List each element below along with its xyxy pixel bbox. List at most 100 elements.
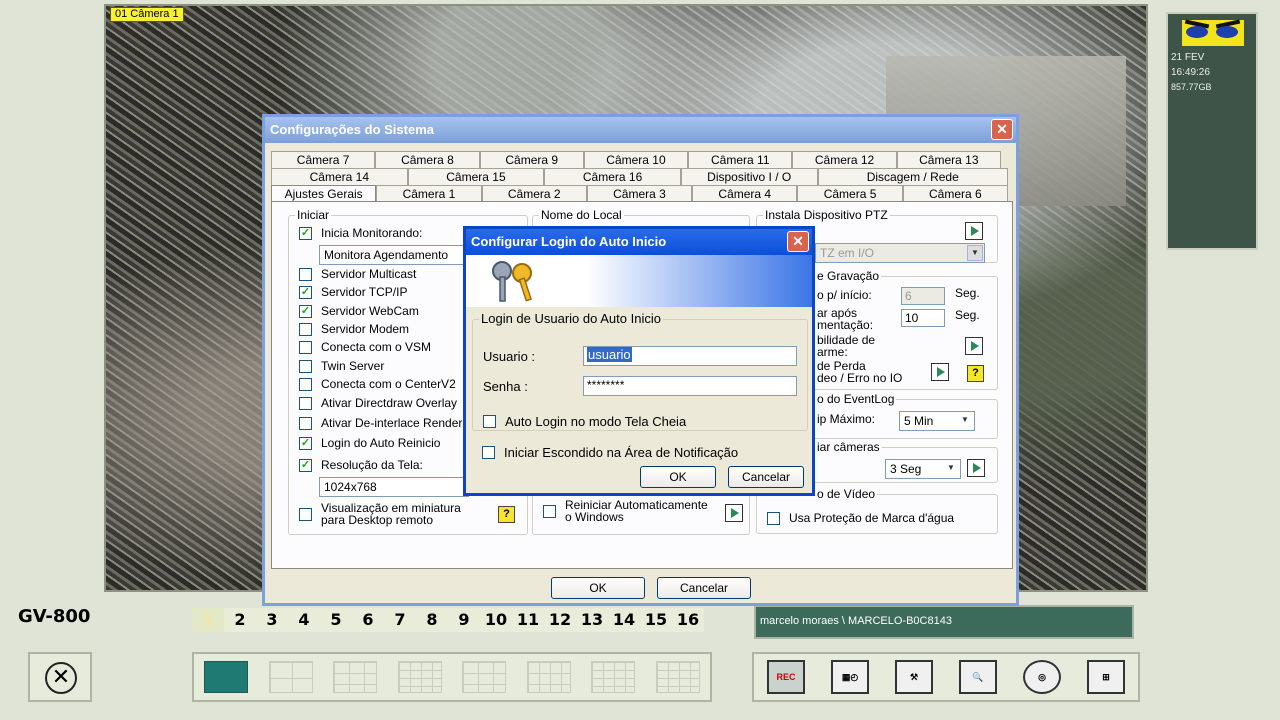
start-delay-label: o p/ início: (817, 288, 872, 302)
tab-camera-7[interactable]: Câmera 7 (271, 151, 376, 168)
webcam-checkbox[interactable]: ✓ Servidor WebCam (299, 302, 419, 320)
channel-6[interactable]: 6 (352, 608, 384, 632)
layout-6-button[interactable] (323, 654, 388, 700)
layout-10-button[interactable] (517, 654, 582, 700)
camera-cycle-select[interactable]: 3 Seg ▼ (885, 459, 961, 479)
channel-7[interactable]: 7 (384, 608, 416, 632)
channel-16[interactable]: 16 (672, 608, 704, 632)
channel-10[interactable]: 10 (480, 608, 512, 632)
username-input[interactable]: usuario (583, 346, 797, 366)
play-arrow-icon[interactable] (965, 222, 983, 240)
hierarchy-button[interactable]: ⊞ (1074, 654, 1138, 700)
password-input[interactable]: ******** (583, 376, 797, 396)
login-cancel-button[interactable]: Cancelar (728, 466, 804, 488)
layout-8-button[interactable] (388, 654, 453, 700)
layout-4-button[interactable] (259, 654, 324, 700)
ptz-group-title: Instala Dispositivo PTZ (763, 208, 890, 222)
channel-2[interactable]: 2 (224, 608, 256, 632)
layout-16-button[interactable] (646, 654, 711, 700)
play-arrow-icon[interactable] (965, 337, 983, 355)
tab-camera-11[interactable]: Câmera 11 (688, 151, 793, 168)
tab-camera-1[interactable]: Câmera 1 (376, 185, 482, 202)
tcpip-checkbox[interactable]: ✓ Servidor TCP/IP (299, 283, 407, 301)
tab-camera-13[interactable]: Câmera 13 (896, 151, 1001, 168)
directdraw-checkbox[interactable]: Ativar Directdraw Overlay (299, 394, 457, 412)
power-delay-input[interactable]: 10 (901, 309, 945, 327)
tab-camera-12[interactable]: Câmera 12 (792, 151, 897, 168)
restart-windows-checkbox[interactable]: Reiniciar Automaticamente o Windows (543, 498, 708, 524)
channel-12[interactable]: 12 (544, 608, 576, 632)
channel-9[interactable]: 9 (448, 608, 480, 632)
tab-camera-14[interactable]: Câmera 14 (271, 168, 408, 185)
tab-camera-8[interactable]: Câmera 8 (375, 151, 480, 168)
exit-button[interactable]: ✕ (28, 652, 92, 702)
channel-1[interactable]: 1 (192, 608, 224, 632)
unit-label: Seg. (955, 308, 980, 322)
auto-login-close-button[interactable]: ✕ (787, 231, 809, 252)
eyes-logo-icon (1182, 19, 1244, 46)
record-button[interactable]: REC (754, 654, 818, 700)
exit-icon: ✕ (45, 662, 77, 694)
channel-3[interactable]: 3 (256, 608, 288, 632)
layout-ten-icon (526, 661, 571, 693)
multicast-checkbox[interactable]: Servidor Multicast (299, 265, 416, 283)
tools-button[interactable]: ⚒ (882, 654, 946, 700)
start-group-title: Iniciar (295, 208, 332, 222)
resolution-select[interactable]: 1024x768 (319, 477, 469, 497)
channel-14[interactable]: 14 (608, 608, 640, 632)
tab-camera-6[interactable]: Câmera 6 (902, 185, 1008, 202)
cancel-button[interactable]: Cancelar (657, 577, 751, 599)
channel-15[interactable]: 15 (640, 608, 672, 632)
channel-8[interactable]: 8 (416, 608, 448, 632)
layout-13-button[interactable] (581, 654, 646, 700)
schedule-button[interactable]: ▦◴ (818, 654, 882, 700)
password-label: Senha : (483, 379, 528, 394)
start-monitoring-checkbox[interactable]: ✓ Inicia Monitorando: (299, 224, 422, 242)
channel-4[interactable]: 4 (288, 608, 320, 632)
help-icon[interactable]: ? (967, 365, 984, 382)
vsm-checkbox[interactable]: Conecta com o VSM (299, 338, 431, 356)
play-arrow-icon[interactable] (931, 363, 949, 381)
channel-5[interactable]: 5 (320, 608, 352, 632)
monitor-mode-select[interactable]: Monitora Agendamento (319, 245, 469, 265)
start-hidden-checkbox[interactable]: Iniciar Escondido na Área de Notificação (482, 443, 738, 461)
tab-camera-2[interactable]: Câmera 2 (481, 185, 587, 202)
network-button[interactable]: ◎ (1010, 654, 1074, 700)
video-group: o de Vídeo Usa Proteção de Marca d'água (756, 487, 998, 534)
deinterlace-checkbox[interactable]: Ativar De-interlace Render (299, 414, 462, 432)
play-arrow-icon[interactable] (725, 504, 743, 522)
auto-login-fullscreen-checkbox[interactable]: Auto Login no modo Tela Cheia (483, 412, 686, 430)
thumbnail-checkbox[interactable]: Visualização em miniatura para Desktop r… (299, 501, 461, 527)
login-ok-button[interactable]: OK (640, 466, 716, 488)
watermark-checkbox[interactable]: Usa Proteção de Marca d'água (767, 509, 954, 527)
layout-9-button[interactable] (452, 654, 517, 700)
help-icon[interactable]: ? (498, 506, 515, 523)
play-arrow-icon[interactable] (967, 459, 985, 477)
tab-camera-5[interactable]: Câmera 5 (797, 185, 903, 202)
tab-camera-16[interactable]: Câmera 16 (544, 168, 681, 185)
auto-login-title: Configurar Login do Auto Inicio (471, 234, 667, 249)
ptz-select[interactable]: TZ em I/O ▼ (815, 243, 985, 263)
status-disk: 857.77GB (1171, 82, 1212, 92)
start-delay-input[interactable]: 6 (901, 287, 945, 305)
tab-camera-4[interactable]: Câmera 4 (692, 185, 798, 202)
eventlog-select[interactable]: 5 Min ▼ (899, 411, 975, 431)
screen-resolution-checkbox[interactable]: ✓ Resolução da Tela: (299, 456, 423, 474)
ok-button[interactable]: OK (551, 577, 645, 599)
modem-checkbox[interactable]: Servidor Modem (299, 320, 409, 338)
tab-camera-9[interactable]: Câmera 9 (479, 151, 584, 168)
channel-13[interactable]: 13 (576, 608, 608, 632)
channel-11[interactable]: 11 (512, 608, 544, 632)
tab-network[interactable]: Discagem / Rede (817, 168, 1008, 185)
tab-general-settings[interactable]: Ajustes Gerais (271, 185, 377, 202)
system-settings-close-button[interactable]: ✕ (991, 119, 1013, 140)
tab-camera-3[interactable]: Câmera 3 (586, 185, 693, 202)
twin-server-checkbox[interactable]: Twin Server (299, 357, 384, 375)
tab-io-device[interactable]: Dispositivo I / O (680, 168, 818, 185)
centerv2-checkbox[interactable]: Conecta com o CenterV2 (299, 375, 456, 393)
layout-1-button[interactable] (194, 654, 259, 700)
search-button[interactable]: 🔍 (946, 654, 1010, 700)
tab-camera-10[interactable]: Câmera 10 (583, 151, 689, 168)
tab-camera-15[interactable]: Câmera 15 (407, 168, 545, 185)
auto-restart-login-checkbox[interactable]: ✓ Login do Auto Reinicio (299, 434, 440, 452)
